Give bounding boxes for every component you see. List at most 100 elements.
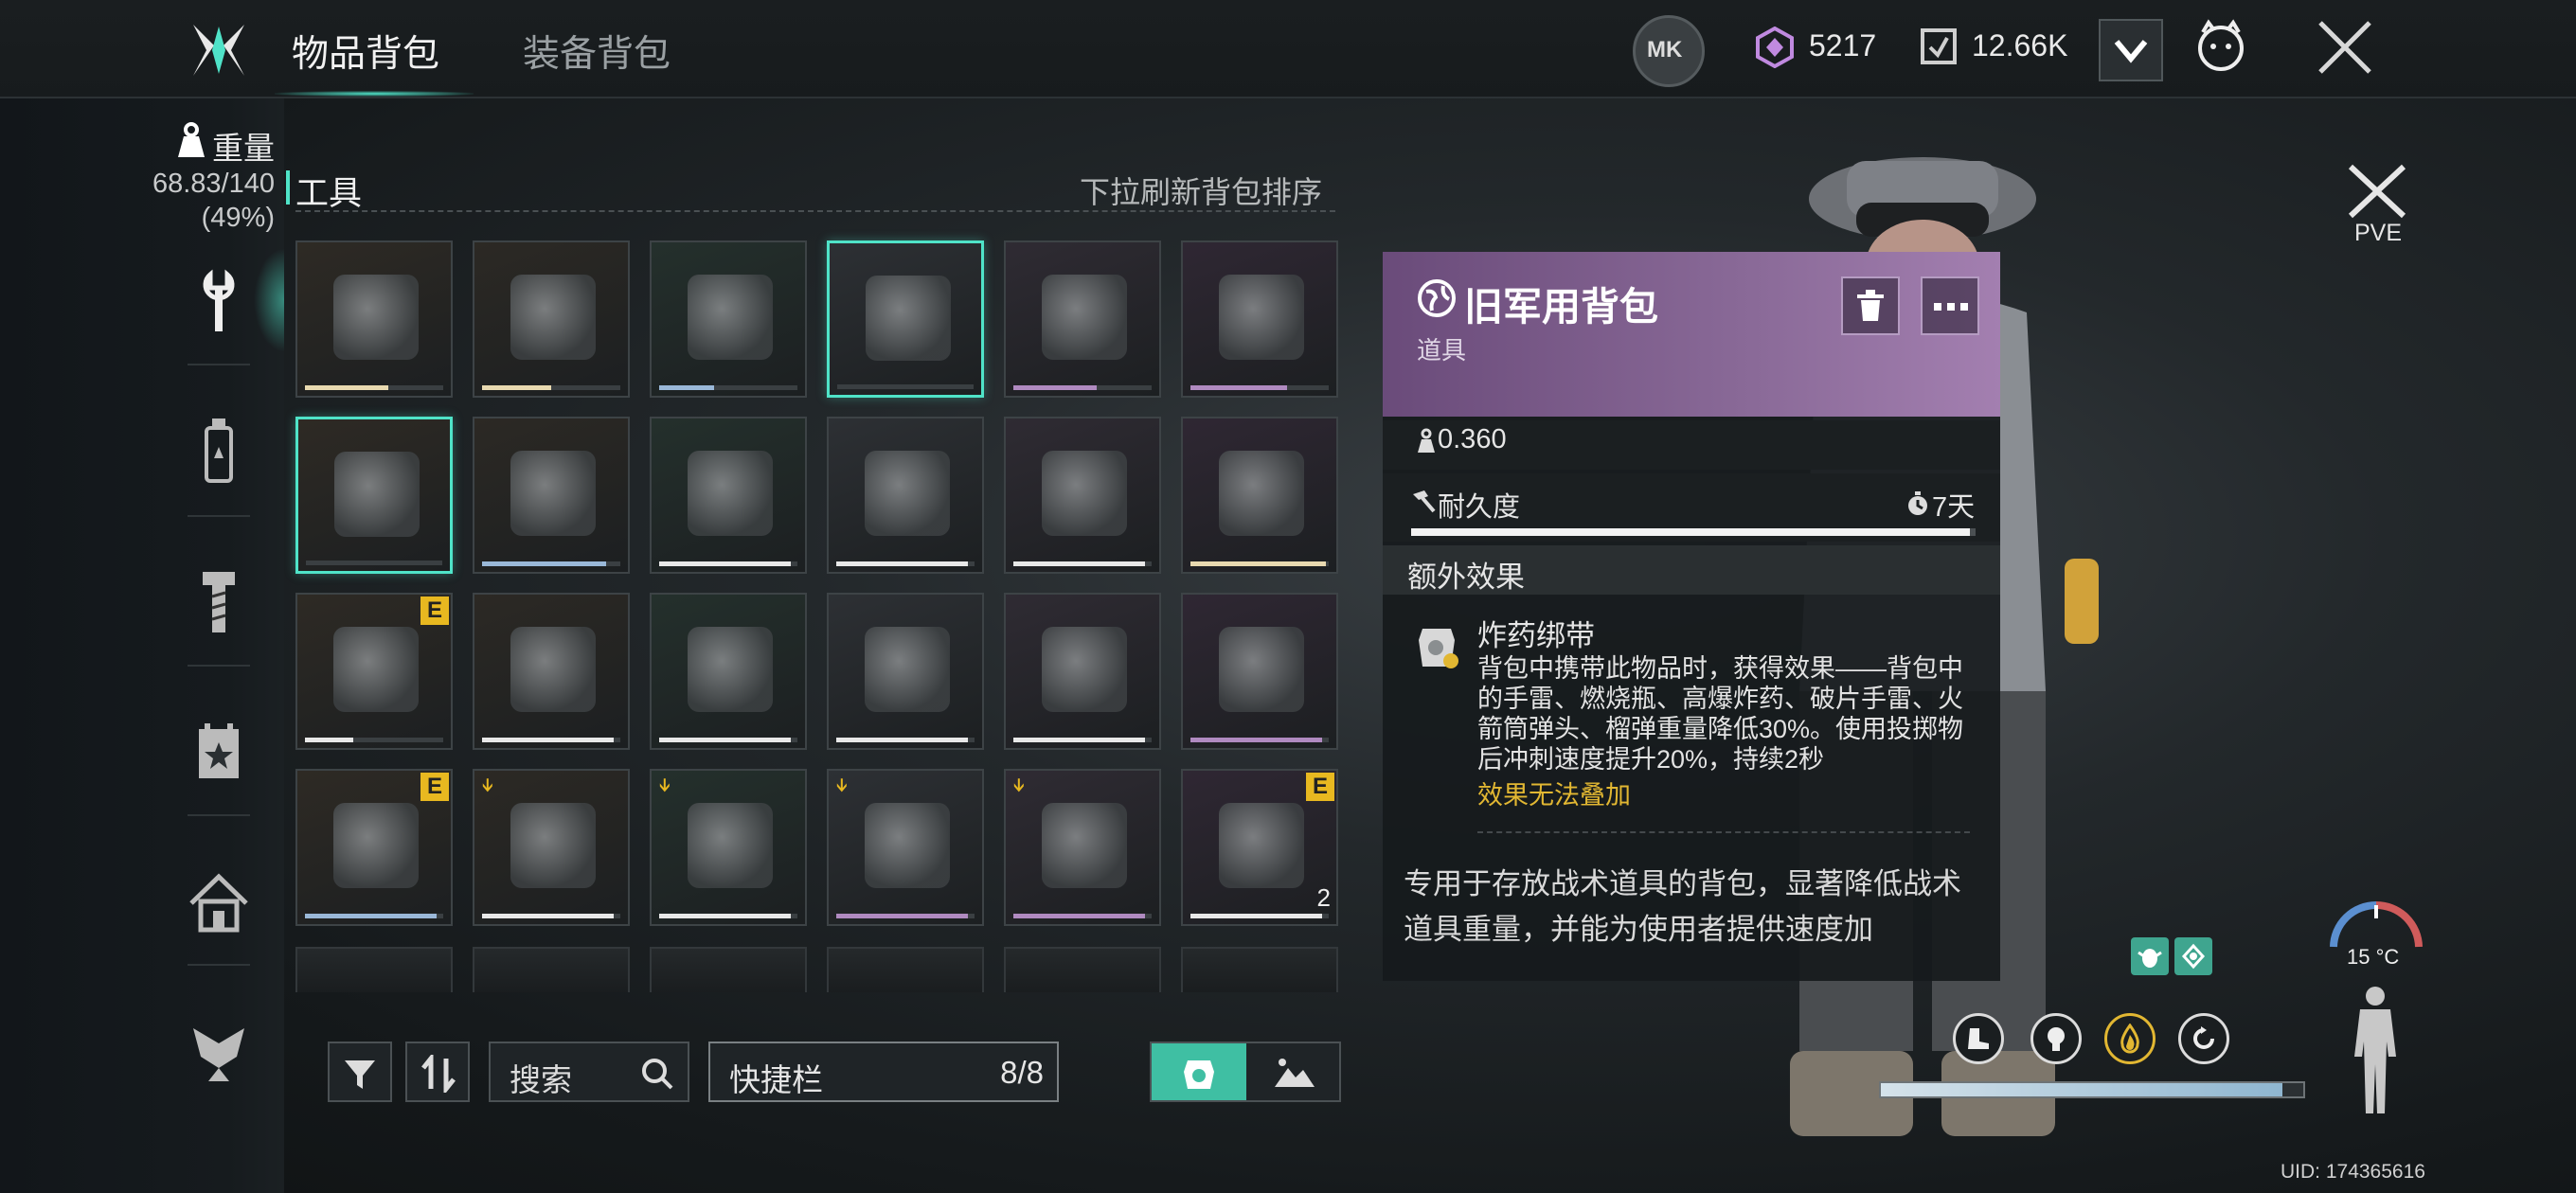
inventory-slot-red-chainsaw[interactable] [1181, 240, 1338, 398]
stamina-status[interactable] [1953, 1013, 2004, 1064]
weight-percent: (49%) [201, 203, 275, 233]
item-durability-fill [1013, 561, 1145, 566]
inventory-slot-axe[interactable] [1181, 417, 1338, 574]
sidebar-divider [188, 364, 250, 365]
token-currency-icon [1921, 28, 1957, 64]
knife-item-icon [510, 275, 596, 360]
mk-icon[interactable]: MK [1633, 15, 1705, 87]
wings-icon[interactable] [186, 1015, 252, 1091]
effect-name: 炸药绑带 [1477, 619, 1595, 652]
header-divider [295, 210, 1335, 212]
tab-item-bag[interactable]: 物品背包 [292, 25, 439, 78]
equipped-badge: E [420, 596, 449, 625]
inventory-slot-partial[interactable] [295, 947, 453, 992]
item-durability-fill [482, 385, 551, 390]
inventory-slot-backpack[interactable] [827, 240, 984, 398]
inventory-slot-partial[interactable] [1181, 947, 1338, 992]
calendar-star-icon[interactable] [186, 716, 252, 792]
inventory-slot-drill[interactable]: ᛎ [827, 769, 984, 926]
inventory-slot-wrench[interactable] [650, 593, 807, 750]
bolt-icon[interactable] [186, 564, 252, 640]
item-tag-icon: ᛎ [834, 775, 850, 803]
item-durability-fill [659, 914, 791, 918]
health-bar-fill [1881, 1083, 2282, 1096]
equipped-badge: E [420, 773, 449, 801]
item-durability-fill [1013, 385, 1097, 390]
search-input[interactable]: 搜索 [489, 1042, 689, 1102]
category-indicator [286, 170, 290, 205]
inventory-slot-wrench[interactable] [473, 593, 630, 750]
delete-button[interactable] [1841, 276, 1900, 335]
equipped-badge: E [1306, 773, 1334, 801]
sort-icon [421, 1055, 456, 1093]
inventory-slot-wrench[interactable]: E [295, 593, 453, 750]
wrench-icon[interactable] [186, 265, 252, 341]
buff-icon[interactable] [2174, 937, 2212, 975]
inventory-slot-knife[interactable] [473, 240, 630, 398]
inventory-slot-hammer[interactable]: ᛎ [650, 769, 807, 926]
close-icon[interactable] [2315, 17, 2375, 78]
item-durability-fill [305, 914, 437, 918]
inventory-slot-frying-pan[interactable] [473, 417, 630, 574]
inventory-slot-partial[interactable] [650, 947, 807, 992]
buff-icon[interactable] [2131, 937, 2169, 975]
filter-button[interactable] [328, 1042, 392, 1102]
inventory-slot-ray-gun[interactable] [1181, 593, 1338, 750]
tab-equipment-bag[interactable]: 装备背包 [523, 25, 671, 78]
effect-warning: 效果无法叠加 [1477, 781, 1631, 810]
more-options-button[interactable] [1921, 276, 1979, 335]
item-durability-fill [482, 561, 607, 566]
inventory-slot-spear[interactable]: E [295, 769, 453, 926]
inventory-slot-vest[interactable] [295, 240, 453, 398]
hydration-status[interactable] [2104, 1013, 2156, 1064]
item-durability-bar [1190, 561, 1329, 566]
inventory-slot-water-bottle[interactable] [650, 417, 807, 574]
effect-description: 背包中携带此物品时，获得效果——背包中的手雷、燃烧瓶、高爆炸药、破片手雷、火箭筒… [1477, 654, 1964, 774]
weight-label: 重量 [212, 131, 275, 166]
inventory-slot-wrench[interactable] [827, 593, 984, 750]
inventory-slot-water-bottle[interactable] [827, 417, 984, 574]
temperature-value: 15 °C [2347, 945, 2400, 969]
chainsaw-purple-item-icon [1042, 803, 1127, 888]
inventory-slot-claw-blade[interactable] [295, 417, 453, 574]
item-durability-fill [1190, 385, 1288, 390]
item-durability-bar [659, 738, 797, 742]
mind-status[interactable] [2030, 1013, 2082, 1064]
backpack-item-icon [866, 276, 951, 361]
sort-button[interactable] [405, 1042, 470, 1102]
refresh-status[interactable] [2178, 1013, 2229, 1064]
inventory-slot-wrench[interactable] [1004, 593, 1161, 750]
ammo-box-item-icon [1042, 275, 1127, 360]
inventory-slot-ammo-box[interactable] [1004, 240, 1161, 398]
body-status-icon[interactable] [2347, 985, 2404, 1117]
weight-icon [1418, 428, 1435, 453]
home-icon[interactable] [186, 865, 252, 941]
axe-item-icon [1219, 451, 1304, 536]
item-durability-bar [482, 738, 620, 742]
mascot-icon[interactable] [2193, 19, 2248, 74]
water-bottle-item-icon [865, 451, 950, 536]
inventory-slot-chainsaw[interactable] [650, 240, 807, 398]
inventory-slot-partial[interactable] [1004, 947, 1161, 992]
quickbar-button[interactable]: 快捷栏 8/8 [708, 1042, 1059, 1102]
item-durability-bar [837, 384, 974, 389]
chainsaw-item-icon [688, 275, 773, 360]
ray-gun-item-icon [1219, 627, 1304, 712]
durability-bar [1411, 528, 1976, 536]
sort-hint: 下拉刷新背包排序 [1080, 175, 1323, 209]
wrench-item-icon [510, 627, 596, 712]
wrench-item-icon [333, 627, 419, 712]
user-id: UID: 174365616 [2281, 1161, 2425, 1183]
bag-mode-active[interactable] [1152, 1043, 1246, 1100]
inventory-slot-chainsaw-purple[interactable]: ᛎ [1004, 769, 1161, 926]
mode-label: PVE [2354, 220, 2403, 246]
water-bottle-item-icon [688, 451, 773, 536]
inventory-slot-partial[interactable] [827, 947, 984, 992]
inventory-slot-grenade[interactable]: E2 [1181, 769, 1338, 926]
inventory-slot-kettle[interactable] [1004, 417, 1161, 574]
island-icon[interactable] [1273, 1055, 1316, 1091]
inventory-slot-hammer[interactable]: ᛎ [473, 769, 630, 926]
bottle-icon[interactable] [186, 413, 252, 489]
inventory-slot-partial[interactable] [473, 947, 630, 992]
currency-dropdown-button[interactable] [2099, 19, 2163, 81]
